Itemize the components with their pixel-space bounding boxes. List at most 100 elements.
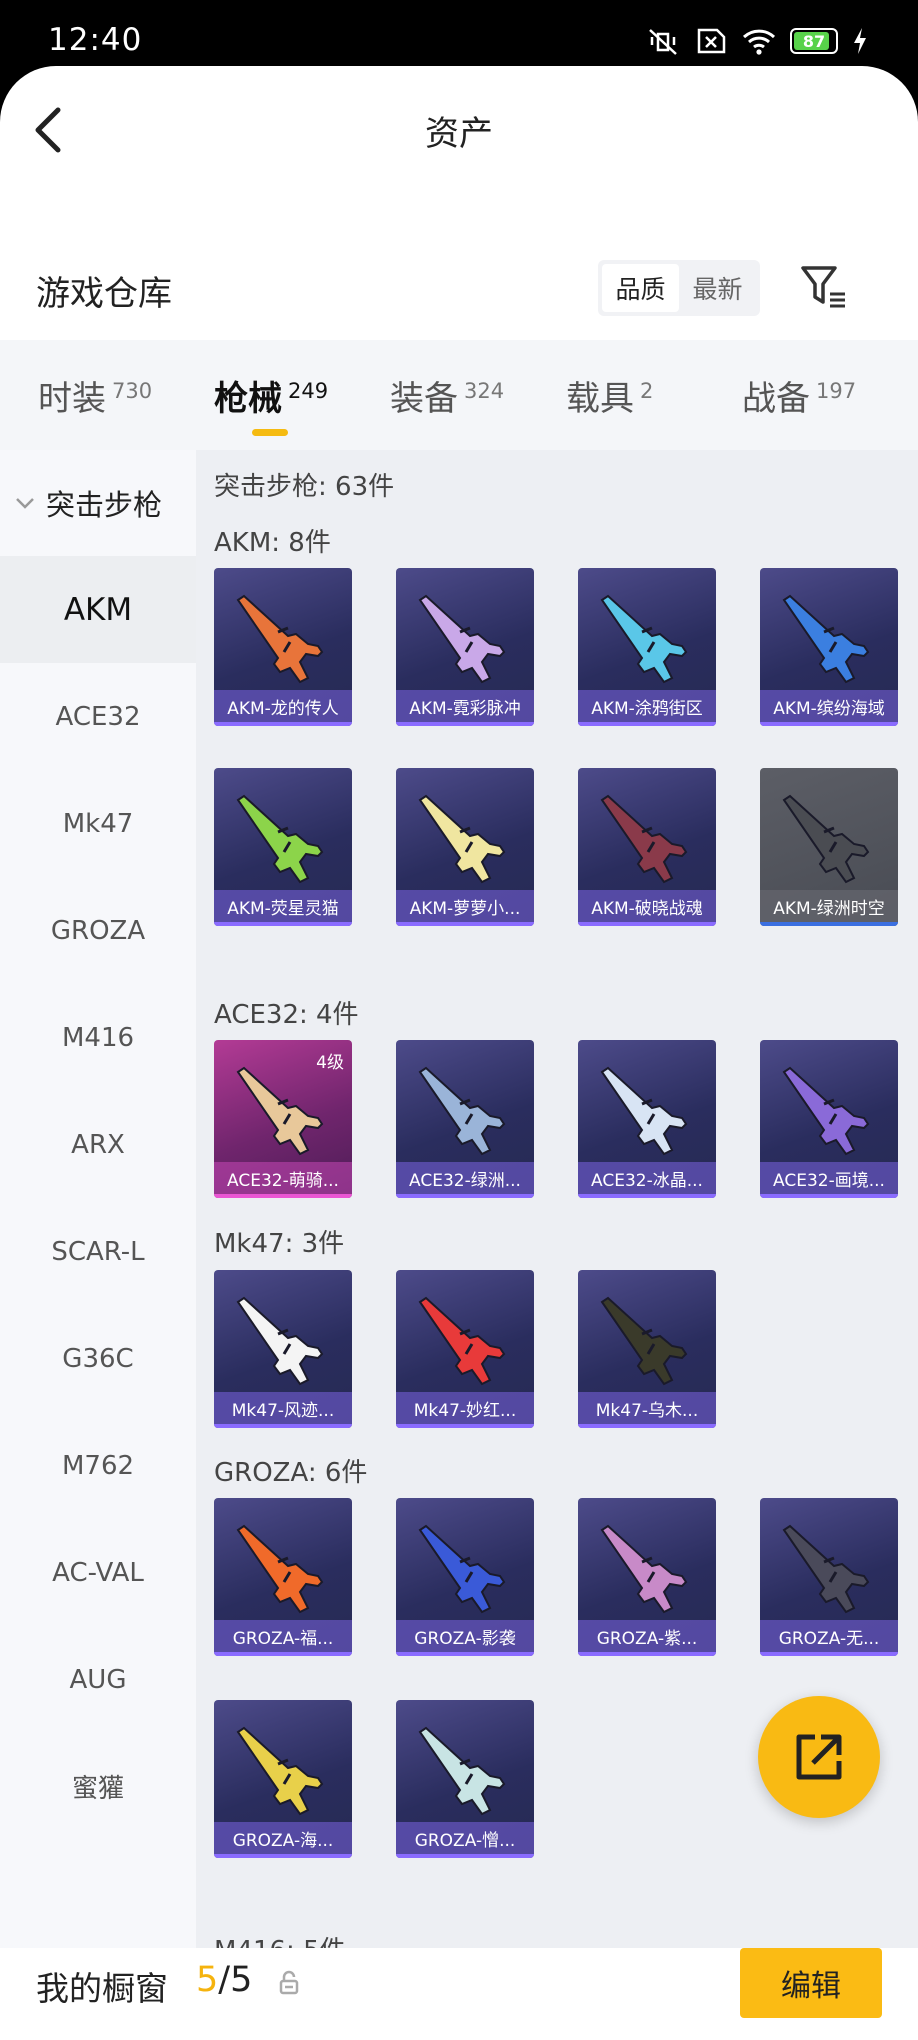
tab-count: 324	[464, 378, 505, 403]
tab-count: 730	[112, 378, 153, 403]
weapon-skin-name: AKM-霓彩脉冲	[396, 690, 534, 726]
rifle-icon	[418, 1524, 506, 1614]
sidebar-item[interactable]: G36C	[0, 1305, 196, 1412]
rifle-icon	[236, 594, 324, 684]
section-label: ACE32: 4件	[214, 1000, 359, 1030]
category-tabs: 时装 730 枪械 249 装备 324 载具 2 战备 197	[0, 340, 918, 450]
mute-vibrate-icon	[649, 29, 677, 55]
rifle-icon	[600, 1296, 688, 1386]
weapon-skin-card[interactable]: GROZA-紫...	[578, 1498, 716, 1656]
weapon-skin-card[interactable]: AKM-荧星灵猫	[214, 768, 352, 926]
rifle-icon	[600, 794, 688, 884]
weapon-skin-card[interactable]: ACE32-冰晶...	[578, 1040, 716, 1198]
weapon-skin-name: Mk47-乌木...	[578, 1392, 716, 1428]
tab-equipment[interactable]: 装备 324	[390, 371, 566, 420]
weapon-sidebar: 突击步枪 AKM ACE32 Mk47 GROZA M416 ARX SCAR-L G36C M…	[0, 450, 196, 1950]
weapon-skin-name: GROZA-海...	[214, 1822, 352, 1858]
rifle-icon	[600, 1066, 688, 1156]
weapon-skin-card[interactable]: ACE32-绿洲...	[396, 1040, 534, 1198]
sidebar-item[interactable]: 蜜獾	[0, 1733, 196, 1840]
tab-vehicles[interactable]: 载具 2	[566, 371, 742, 420]
tab-fashion[interactable]: 时装 730	[38, 371, 214, 420]
weapon-skin-name: ACE32-画境...	[760, 1162, 898, 1198]
tab-count: 197	[816, 378, 857, 403]
rifle-icon	[236, 1524, 324, 1614]
filter-icon[interactable]	[800, 264, 848, 310]
weapon-skin-card[interactable]: AKM-绿洲时空	[760, 768, 898, 926]
weapon-skin-name: AKM-涂鸦街区	[578, 690, 716, 726]
sidebar-item[interactable]: ARX	[0, 1091, 196, 1198]
sidebar-item[interactable]: AC-VAL	[0, 1519, 196, 1626]
level-badge: 4级	[316, 1053, 344, 1073]
sidebar-item[interactable]: AKM	[0, 556, 196, 663]
weapon-skin-name: GROZA-无...	[760, 1620, 898, 1656]
external-link-icon	[796, 1734, 842, 1780]
weapon-skin-card[interactable]: AKM-龙的传人	[214, 568, 352, 726]
weapon-skin-name: Mk47-风迹...	[214, 1392, 352, 1428]
weapon-skin-card[interactable]: Mk47-风迹...	[214, 1270, 352, 1428]
tab-count: 249	[288, 378, 329, 403]
warehouse-title: 游戏仓库	[36, 274, 172, 314]
rifle-icon	[418, 594, 506, 684]
weapon-skin-card[interactable]: AKM-霓彩脉冲	[396, 568, 534, 726]
section-label: Mk47: 3件	[214, 1229, 345, 1259]
rifle-icon	[600, 594, 688, 684]
weapon-skin-card[interactable]: ACE32-萌骑... 4级	[214, 1040, 352, 1198]
weapon-skin-card[interactable]: GROZA-海...	[214, 1700, 352, 1858]
weapon-skin-name: Mk47-妙红...	[396, 1392, 534, 1428]
rifle-icon	[418, 1066, 506, 1156]
weapon-skin-card[interactable]: GROZA-影袭	[396, 1498, 534, 1656]
tab-label: 时装	[38, 378, 106, 419]
weapon-skin-card[interactable]: ACE32-画境...	[760, 1040, 898, 1198]
section-label: AKM: 8件	[214, 528, 331, 558]
showcase-label: 我的橱窗	[36, 1969, 168, 2008]
rifle-icon	[236, 1296, 324, 1386]
phone-screen: 12:40 87 资产 游戏仓库 品质 最新 时装 730 枪械 249 装备 324…	[0, 0, 918, 2040]
sort-quality[interactable]: 品质	[602, 264, 679, 312]
sidebar-item[interactable]: AUG	[0, 1626, 196, 1733]
weapon-skin-name: GROZA-紫...	[578, 1620, 716, 1656]
weapon-skin-name: ACE32-萌骑...	[214, 1162, 352, 1198]
weapon-skin-name: ACE32-冰晶...	[578, 1162, 716, 1198]
status-icons: 87	[646, 26, 868, 56]
rifle-icon	[600, 1524, 688, 1614]
sidebar-item[interactable]: SCAR-L	[0, 1198, 196, 1305]
weapon-skin-card[interactable]: GROZA-福...	[214, 1498, 352, 1656]
sort-latest[interactable]: 最新	[679, 264, 756, 312]
sort-toggle: 品质 最新	[598, 260, 760, 316]
app-container: 资产 游戏仓库 品质 最新 时装 730 枪械 249 装备 324 载具 2 战备 19…	[0, 66, 918, 2040]
sidebar-item[interactable]: M416	[0, 984, 196, 1091]
status-time: 12:40	[48, 22, 143, 58]
share-fab[interactable]	[758, 1696, 880, 1818]
tab-supplies[interactable]: 战备 197	[742, 371, 918, 420]
rifle-icon	[418, 1726, 506, 1816]
weapon-skin-card[interactable]: AKM-涂鸦街区	[578, 568, 716, 726]
weapon-skin-card[interactable]: Mk47-乌木...	[578, 1270, 716, 1428]
weapon-skin-card[interactable]: Mk47-妙红...	[396, 1270, 534, 1428]
edit-button[interactable]: 编辑	[740, 1948, 882, 2018]
chevron-down-icon	[16, 498, 34, 509]
rifle-icon	[418, 1296, 506, 1386]
sidebar-item[interactable]: ACE32	[0, 663, 196, 770]
rifle-icon	[782, 594, 870, 684]
weapon-skin-card[interactable]: AKM-缤纷海域	[760, 568, 898, 726]
sidebar-item[interactable]: Mk47	[0, 770, 196, 877]
weapon-skin-name: GROZA-影袭	[396, 1620, 534, 1656]
sidebar-item[interactable]: GROZA	[0, 877, 196, 984]
tab-firearms[interactable]: 枪械 249	[214, 371, 390, 436]
tab-count: 2	[640, 378, 654, 403]
weapon-skin-name: GROZA-福...	[214, 1620, 352, 1656]
weapon-skin-card[interactable]: GROZA-憎...	[396, 1700, 534, 1858]
weapon-skin-card[interactable]: AKM-破晓战魂	[578, 768, 716, 926]
sidebar-group-assault-rifles[interactable]: 突击步枪	[0, 450, 196, 556]
tab-label: 装备	[390, 378, 458, 419]
rifle-icon	[418, 794, 506, 884]
weapon-skin-card[interactable]: GROZA-无...	[760, 1498, 898, 1656]
tab-label: 枪械	[214, 378, 282, 419]
sidebar-item[interactable]: M762	[0, 1412, 196, 1519]
showcase-count: 5/5	[196, 1960, 252, 2000]
weapon-skin-card[interactable]: AKM-萝萝小...	[396, 768, 534, 926]
weapon-skin-name: AKM-破晓战魂	[578, 890, 716, 926]
sidebar-group-label: 突击步枪	[46, 488, 163, 522]
sidebar-list: AKM ACE32 Mk47 GROZA M416 ARX SCAR-L G36C M762 AC…	[0, 556, 196, 1840]
